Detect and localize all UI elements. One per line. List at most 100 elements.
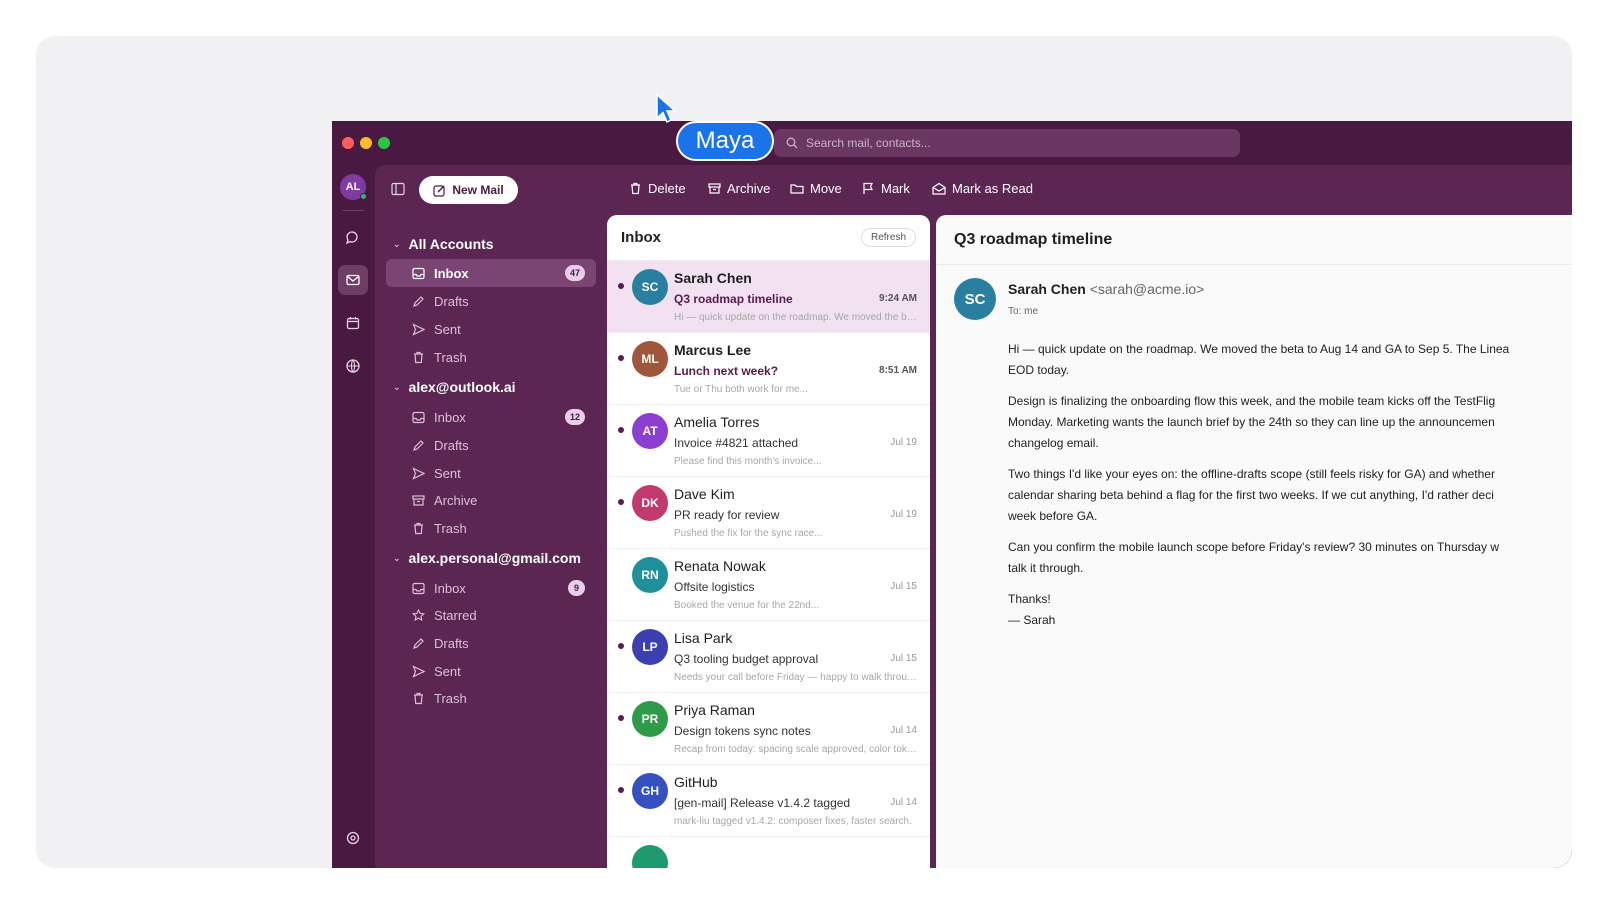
title-bar: Maya Search mail, contacts... [332, 121, 1572, 165]
message-subject: Invoice #4821 attached [674, 436, 799, 450]
sender-avatar: RN [632, 557, 668, 593]
message-row[interactable]: GH GitHub [gen-mail] Release v1.4.2 tagg… [607, 765, 930, 837]
message-subject: Design tokens sync notes [674, 724, 811, 738]
account-header-all[interactable]: ⌄ All Accounts [393, 236, 494, 252]
chevron-down-icon: ⌄ [393, 552, 401, 563]
archive-icon [708, 183, 721, 194]
minimize-window-button[interactable] [360, 137, 372, 149]
sender-avatar: LP [632, 629, 668, 665]
inbox-icon [412, 267, 425, 279]
move-button[interactable]: Move [790, 181, 842, 196]
folder-all-sent[interactable]: Sent [386, 315, 596, 343]
trash-icon [631, 182, 640, 195]
sender-name: Dave Kim [674, 486, 735, 502]
folder-label: Sent [434, 321, 461, 337]
rail-settings-button[interactable] [338, 823, 368, 853]
sidebar-toggle-icon[interactable] [391, 182, 405, 201]
folder-all-inbox[interactable]: Inbox 47 [386, 259, 596, 287]
folder-label: Drafts [434, 635, 469, 651]
drafts-icon [413, 295, 424, 307]
presence-name: Maya [695, 127, 755, 154]
folder-outlook-trash[interactable]: Trash [386, 514, 596, 542]
archive-button[interactable]: Archive [708, 181, 770, 196]
folder-label: Drafts [434, 437, 469, 453]
folder-outlook-drafts[interactable]: Drafts [386, 431, 596, 459]
folder-gmail-drafts[interactable]: Drafts [386, 629, 596, 657]
folder-gmail-trash[interactable]: Trash [386, 684, 596, 712]
sender-name: Priya Raman [674, 702, 755, 718]
user-initials: AL [345, 181, 361, 193]
sender-name: Renata Nowak [674, 558, 766, 574]
trash-icon [414, 351, 423, 363]
message-row[interactable]: AT Amelia Torres Invoice #4821 attached … [607, 405, 930, 477]
rail-chat-button[interactable] [338, 223, 368, 253]
mark-button[interactable]: Mark [862, 181, 910, 196]
main-panel: New Mail Delete Archive Move Mark Mark a… [375, 165, 1572, 868]
message-row[interactable]: PR Priya Raman Design tokens sync notes … [607, 693, 930, 765]
folder-all-drafts[interactable]: Drafts [386, 287, 596, 315]
folder-label: Inbox [434, 265, 469, 281]
folder-label: Drafts [434, 293, 469, 309]
globe-icon [346, 359, 360, 373]
move-label: Move [810, 181, 842, 196]
new-mail-label: New Mail [452, 183, 504, 197]
message-list-title: Inbox [621, 229, 661, 246]
mark-label: Mark [881, 181, 910, 196]
search-placeholder: Search mail, contacts... [806, 136, 931, 150]
folder-all-trash[interactable]: Trash [386, 343, 596, 371]
message-row[interactable]: RN Renata Nowak Offsite logistics Jul 15… [607, 549, 930, 621]
reader-body: Hi — quick update on the roadmap. We mov… [1008, 339, 1568, 641]
folder-gmail-sent[interactable]: Sent [386, 657, 596, 685]
folder-outlook-inbox[interactable]: Inbox 12 [386, 403, 596, 431]
trash-icon [414, 692, 423, 704]
reading-pane: Q3 roadmap timeline SC Sarah Chen <sarah… [936, 215, 1572, 868]
message-row-selected[interactable]: SC Sarah Chen Q3 roadmap timeline 9:24 A… [607, 261, 930, 333]
message-row[interactable]: DK Dave Kim PR ready for review Jul 19 P… [607, 477, 930, 549]
close-window-button[interactable] [342, 137, 354, 149]
delete-button[interactable]: Delete [629, 181, 686, 196]
mark-as-read-button[interactable]: Mark as Read [932, 181, 1033, 196]
user-avatar[interactable]: AL [340, 174, 367, 200]
body-paragraph: Can you confirm the mobile launch scope … [1008, 537, 1568, 579]
folder-gmail-starred[interactable]: Starred [386, 601, 596, 629]
message-list: Inbox Refresh SC Sarah Chen Q3 roadmap t… [607, 215, 930, 868]
message-list-header: Inbox Refresh [607, 215, 930, 261]
chevron-down-icon: ⌄ [393, 238, 401, 249]
message-row-partial[interactable] [607, 837, 930, 868]
account-name: alex@outlook.ai [408, 379, 516, 395]
account-header-outlook[interactable]: ⌄ alex@outlook.ai [393, 379, 516, 395]
message-subject: PR ready for review [674, 508, 780, 522]
folder-sidebar: ⌄ All Accounts Inbox 47 Drafts Sent Trash [375, 215, 607, 868]
refresh-button[interactable]: Refresh [860, 228, 916, 247]
rail-explore-button[interactable] [338, 351, 368, 381]
rail-calendar-button[interactable] [338, 308, 368, 338]
sender-avatar: PR [632, 701, 668, 737]
reader-sender-email[interactable]: <sarah@acme.io> [1090, 281, 1205, 297]
rail-mail-button[interactable] [338, 265, 368, 295]
unread-count-badge: 9 [568, 580, 585, 596]
body-line: Thanks! [1008, 592, 1051, 606]
message-subject: Q3 tooling budget approval [674, 652, 819, 666]
folder-gmail-inbox[interactable]: Inbox 9 [386, 574, 596, 602]
folder-outlook-archive[interactable]: Archive [386, 486, 596, 514]
sender-avatar: DK [632, 485, 668, 521]
message-row[interactable]: LP Lisa Park Q3 tooling budget approval … [607, 621, 930, 693]
sender-name: Amelia Torres [674, 414, 760, 430]
new-mail-button[interactable]: New Mail [419, 176, 518, 204]
body-paragraph: Two things I'd like your eyes on: the of… [1008, 464, 1568, 527]
open-envelope-icon [932, 182, 946, 195]
reader-subject: Q3 roadmap timeline [936, 215, 1572, 265]
folder-icon [790, 184, 804, 194]
settings-icon [346, 831, 360, 845]
body-line: changelog email. [1008, 436, 1099, 450]
account-header-gmail[interactable]: ⌄ alex.personal@gmail.com [393, 550, 581, 566]
sender-name: Marcus Lee [674, 342, 752, 358]
message-row[interactable]: ML Marcus Lee Lunch next week? 8:51 AM T… [607, 333, 930, 405]
folder-outlook-sent[interactable]: Sent [386, 459, 596, 487]
maximize-window-button[interactable] [378, 137, 390, 149]
star-icon [412, 608, 425, 621]
body-line: Can you confirm the mobile launch scope … [1008, 540, 1499, 554]
inbox-icon [412, 411, 425, 423]
search-input[interactable]: Search mail, contacts... [774, 129, 1240, 157]
sent-icon [412, 466, 425, 480]
